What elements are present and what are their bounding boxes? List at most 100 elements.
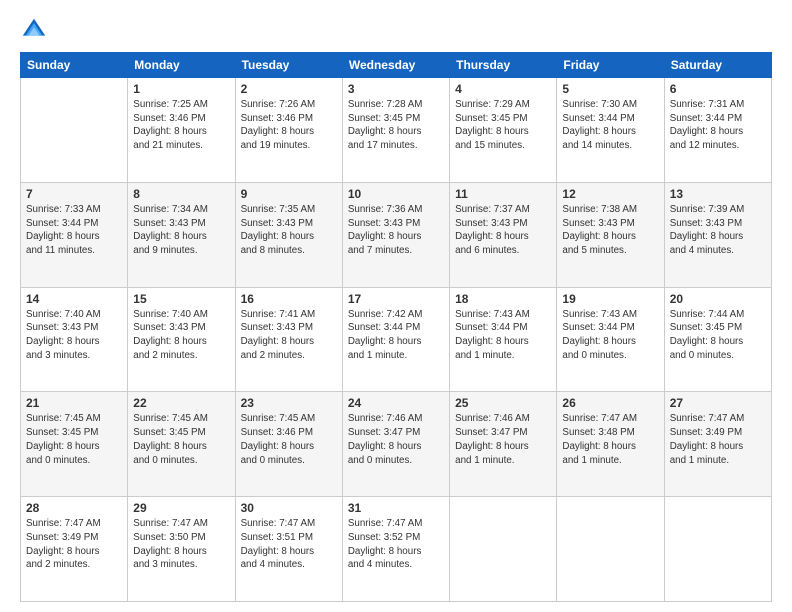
day-info: Sunrise: 7:47 AMSunset: 3:49 PMDaylight:…: [26, 517, 122, 572]
day-info: Sunrise: 7:40 AMSunset: 3:43 PMDaylight:…: [26, 308, 122, 363]
calendar-cell: 14 Sunrise: 7:40 AMSunset: 3:43 PMDayligh…: [21, 287, 128, 392]
day-info: Sunrise: 7:44 AMSunset: 3:45 PMDaylight:…: [670, 308, 766, 363]
day-number: 25: [455, 396, 551, 410]
day-number: 31: [348, 501, 444, 515]
calendar-cell: 27 Sunrise: 7:47 AMSunset: 3:49 PMDayligh…: [664, 392, 771, 497]
calendar-cell: 21 Sunrise: 7:45 AMSunset: 3:45 PMDayligh…: [21, 392, 128, 497]
calendar-cell: [664, 497, 771, 602]
day-number: 15: [133, 292, 229, 306]
day-info: Sunrise: 7:43 AMSunset: 3:44 PMDaylight:…: [455, 308, 551, 363]
logo: [20, 16, 52, 44]
day-header-monday: Monday: [128, 53, 235, 78]
calendar-cell: 29Sunrise: 7:47 AMSunset: 3:50 PMDayligh…: [128, 497, 235, 602]
day-header-tuesday: Tuesday: [235, 53, 342, 78]
day-info: Sunrise: 7:31 AMSunset: 3:44 PMDaylight:…: [670, 98, 766, 153]
day-info: Sunrise: 7:35 AMSunset: 3:43 PMDaylight:…: [241, 203, 337, 258]
day-number: 22: [133, 396, 229, 410]
day-number: 28: [26, 501, 122, 515]
day-number: 3: [348, 82, 444, 96]
day-info: Sunrise: 7:42 AMSunset: 3:44 PMDaylight:…: [348, 308, 444, 363]
day-number: 30: [241, 501, 337, 515]
calendar-cell: 20 Sunrise: 7:44 AMSunset: 3:45 PMDayligh…: [664, 287, 771, 392]
calendar-cell: 2Sunrise: 7:26 AMSunset: 3:46 PMDaylight…: [235, 78, 342, 183]
calendar-week-5: 28 Sunrise: 7:47 AMSunset: 3:49 PMDayligh…: [21, 497, 772, 602]
day-info: Sunrise: 7:46 AMSunset: 3:47 PMDaylight:…: [348, 412, 444, 467]
day-number: 16: [241, 292, 337, 306]
day-number: 23: [241, 396, 337, 410]
day-number: 2: [241, 82, 337, 96]
day-number: 20: [670, 292, 766, 306]
day-info: Sunrise: 7:29 AMSunset: 3:45 PMDaylight:…: [455, 98, 551, 153]
day-info: Sunrise: 7:36 AMSunset: 3:43 PMDaylight:…: [348, 203, 444, 258]
day-info: Sunrise: 7:33 AMSunset: 3:44 PMDaylight:…: [26, 203, 122, 258]
logo-icon: [20, 16, 48, 44]
day-info: Sunrise: 7:43 AMSunset: 3:44 PMDaylight:…: [562, 308, 658, 363]
day-info: Sunrise: 7:41 AMSunset: 3:43 PMDaylight:…: [241, 308, 337, 363]
calendar-cell: 28 Sunrise: 7:47 AMSunset: 3:49 PMDayligh…: [21, 497, 128, 602]
calendar-cell: 1Sunrise: 7:25 AMSunset: 3:46 PMDaylight…: [128, 78, 235, 183]
day-info: Sunrise: 7:46 AMSunset: 3:47 PMDaylight:…: [455, 412, 551, 467]
calendar-cell: 4 Sunrise: 7:29 AMSunset: 3:45 PMDaylight…: [450, 78, 557, 183]
calendar-cell: [557, 497, 664, 602]
day-number: 17: [348, 292, 444, 306]
day-header-thursday: Thursday: [450, 53, 557, 78]
calendar-cell: 26Sunrise: 7:47 AMSunset: 3:48 PMDayligh…: [557, 392, 664, 497]
day-header-saturday: Saturday: [664, 53, 771, 78]
calendar-header-row: SundayMondayTuesdayWednesdayThursdayFrid…: [21, 53, 772, 78]
day-number: 6: [670, 82, 766, 96]
day-info: Sunrise: 7:47 AMSunset: 3:49 PMDaylight:…: [670, 412, 766, 467]
calendar-cell: 18 Sunrise: 7:43 AMSunset: 3:44 PMDayligh…: [450, 287, 557, 392]
day-info: Sunrise: 7:39 AMSunset: 3:43 PMDaylight:…: [670, 203, 766, 258]
calendar-cell: 22 Sunrise: 7:45 AMSunset: 3:45 PMDayligh…: [128, 392, 235, 497]
calendar-cell: 6 Sunrise: 7:31 AMSunset: 3:44 PMDaylight…: [664, 78, 771, 183]
calendar-cell: 16 Sunrise: 7:41 AMSunset: 3:43 PMDayligh…: [235, 287, 342, 392]
day-number: 18: [455, 292, 551, 306]
calendar-cell: 3 Sunrise: 7:28 AMSunset: 3:45 PMDaylight…: [342, 78, 449, 183]
calendar-cell: [450, 497, 557, 602]
calendar-week-1: 1Sunrise: 7:25 AMSunset: 3:46 PMDaylight…: [21, 78, 772, 183]
calendar-cell: 19 Sunrise: 7:43 AMSunset: 3:44 PMDayligh…: [557, 287, 664, 392]
calendar-cell: 17 Sunrise: 7:42 AMSunset: 3:44 PMDayligh…: [342, 287, 449, 392]
calendar-cell: 11 Sunrise: 7:37 AMSunset: 3:43 PMDayligh…: [450, 182, 557, 287]
day-number: 7: [26, 187, 122, 201]
calendar-week-3: 14 Sunrise: 7:40 AMSunset: 3:43 PMDayligh…: [21, 287, 772, 392]
day-number: 21: [26, 396, 122, 410]
day-number: 4: [455, 82, 551, 96]
day-info: Sunrise: 7:28 AMSunset: 3:45 PMDaylight:…: [348, 98, 444, 153]
day-number: 12: [562, 187, 658, 201]
day-info: Sunrise: 7:40 AMSunset: 3:43 PMDaylight:…: [133, 308, 229, 363]
day-info: Sunrise: 7:45 AMSunset: 3:45 PMDaylight:…: [26, 412, 122, 467]
day-header-wednesday: Wednesday: [342, 53, 449, 78]
header: [20, 16, 772, 44]
day-number: 9: [241, 187, 337, 201]
day-number: 26: [562, 396, 658, 410]
day-header-sunday: Sunday: [21, 53, 128, 78]
day-header-friday: Friday: [557, 53, 664, 78]
calendar-week-2: 7 Sunrise: 7:33 AMSunset: 3:44 PMDaylight…: [21, 182, 772, 287]
day-info: Sunrise: 7:38 AMSunset: 3:43 PMDaylight:…: [562, 203, 658, 258]
calendar-cell: 30Sunrise: 7:47 AMSunset: 3:51 PMDayligh…: [235, 497, 342, 602]
calendar-table: SundayMondayTuesdayWednesdayThursdayFrid…: [20, 52, 772, 602]
calendar-cell: 31Sunrise: 7:47 AMSunset: 3:52 PMDayligh…: [342, 497, 449, 602]
day-number: 14: [26, 292, 122, 306]
day-number: 24: [348, 396, 444, 410]
calendar-week-4: 21 Sunrise: 7:45 AMSunset: 3:45 PMDayligh…: [21, 392, 772, 497]
day-number: 19: [562, 292, 658, 306]
day-number: 11: [455, 187, 551, 201]
day-info: Sunrise: 7:47 AMSunset: 3:50 PMDaylight:…: [133, 517, 229, 572]
day-info: Sunrise: 7:25 AMSunset: 3:46 PMDaylight:…: [133, 98, 229, 153]
day-info: Sunrise: 7:30 AMSunset: 3:44 PMDaylight:…: [562, 98, 658, 153]
page: SundayMondayTuesdayWednesdayThursdayFrid…: [0, 0, 792, 612]
day-number: 27: [670, 396, 766, 410]
day-info: Sunrise: 7:45 AMSunset: 3:45 PMDaylight:…: [133, 412, 229, 467]
day-info: Sunrise: 7:45 AMSunset: 3:46 PMDaylight:…: [241, 412, 337, 467]
calendar-cell: 5Sunrise: 7:30 AMSunset: 3:44 PMDaylight…: [557, 78, 664, 183]
calendar-cell: 23 Sunrise: 7:45 AMSunset: 3:46 PMDayligh…: [235, 392, 342, 497]
calendar-cell: 13Sunrise: 7:39 AMSunset: 3:43 PMDayligh…: [664, 182, 771, 287]
day-info: Sunrise: 7:37 AMSunset: 3:43 PMDaylight:…: [455, 203, 551, 258]
calendar-cell: [21, 78, 128, 183]
calendar-cell: 8Sunrise: 7:34 AMSunset: 3:43 PMDaylight…: [128, 182, 235, 287]
calendar-cell: 24 Sunrise: 7:46 AMSunset: 3:47 PMDayligh…: [342, 392, 449, 497]
day-number: 8: [133, 187, 229, 201]
calendar-cell: 12 Sunrise: 7:38 AMSunset: 3:43 PMDayligh…: [557, 182, 664, 287]
